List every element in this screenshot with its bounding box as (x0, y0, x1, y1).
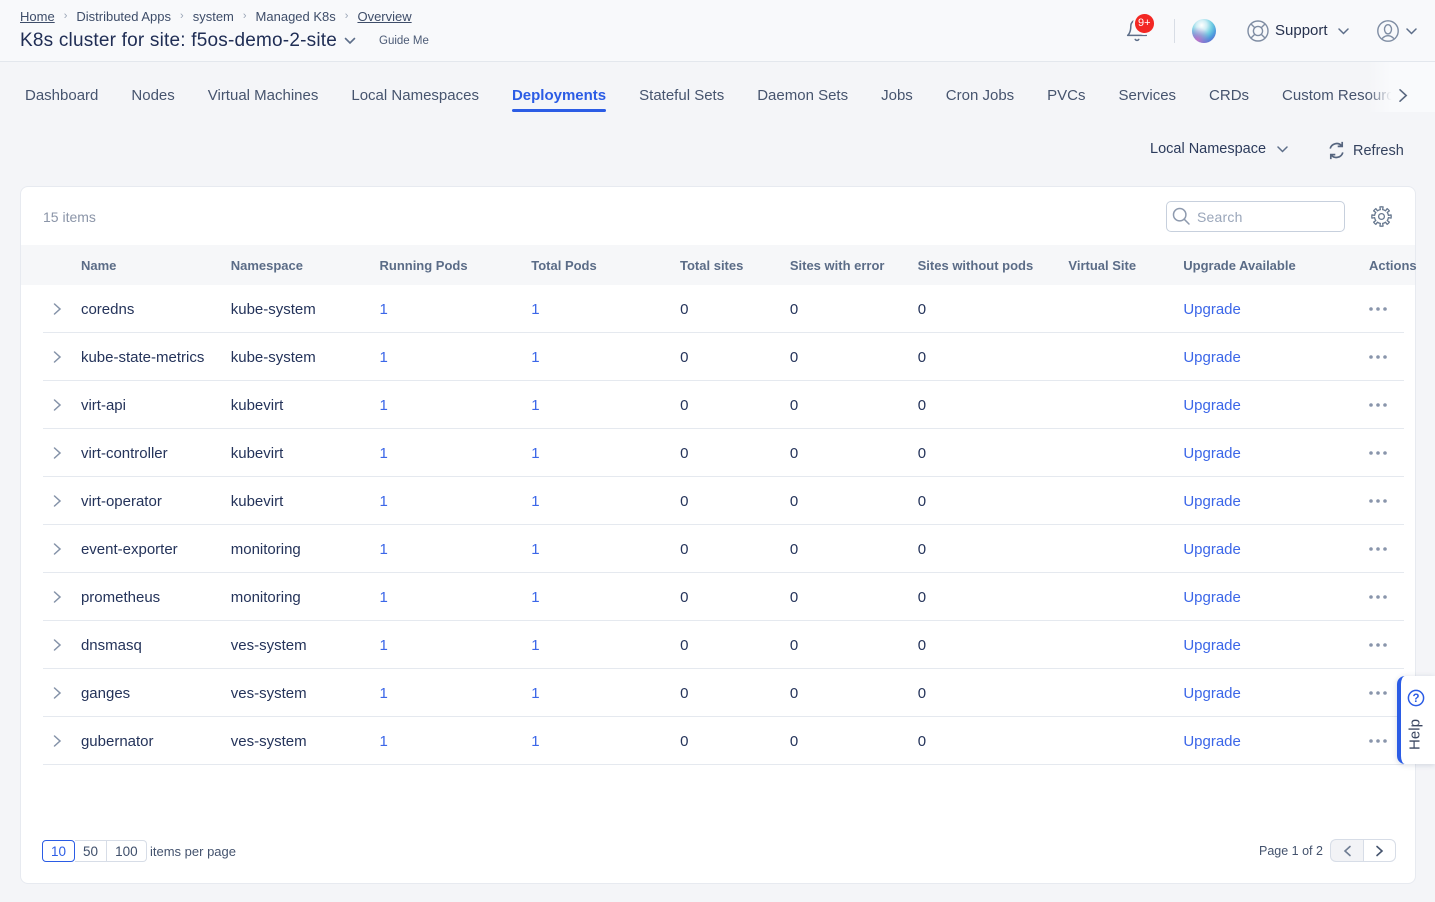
svg-text:?: ? (1412, 693, 1419, 705)
